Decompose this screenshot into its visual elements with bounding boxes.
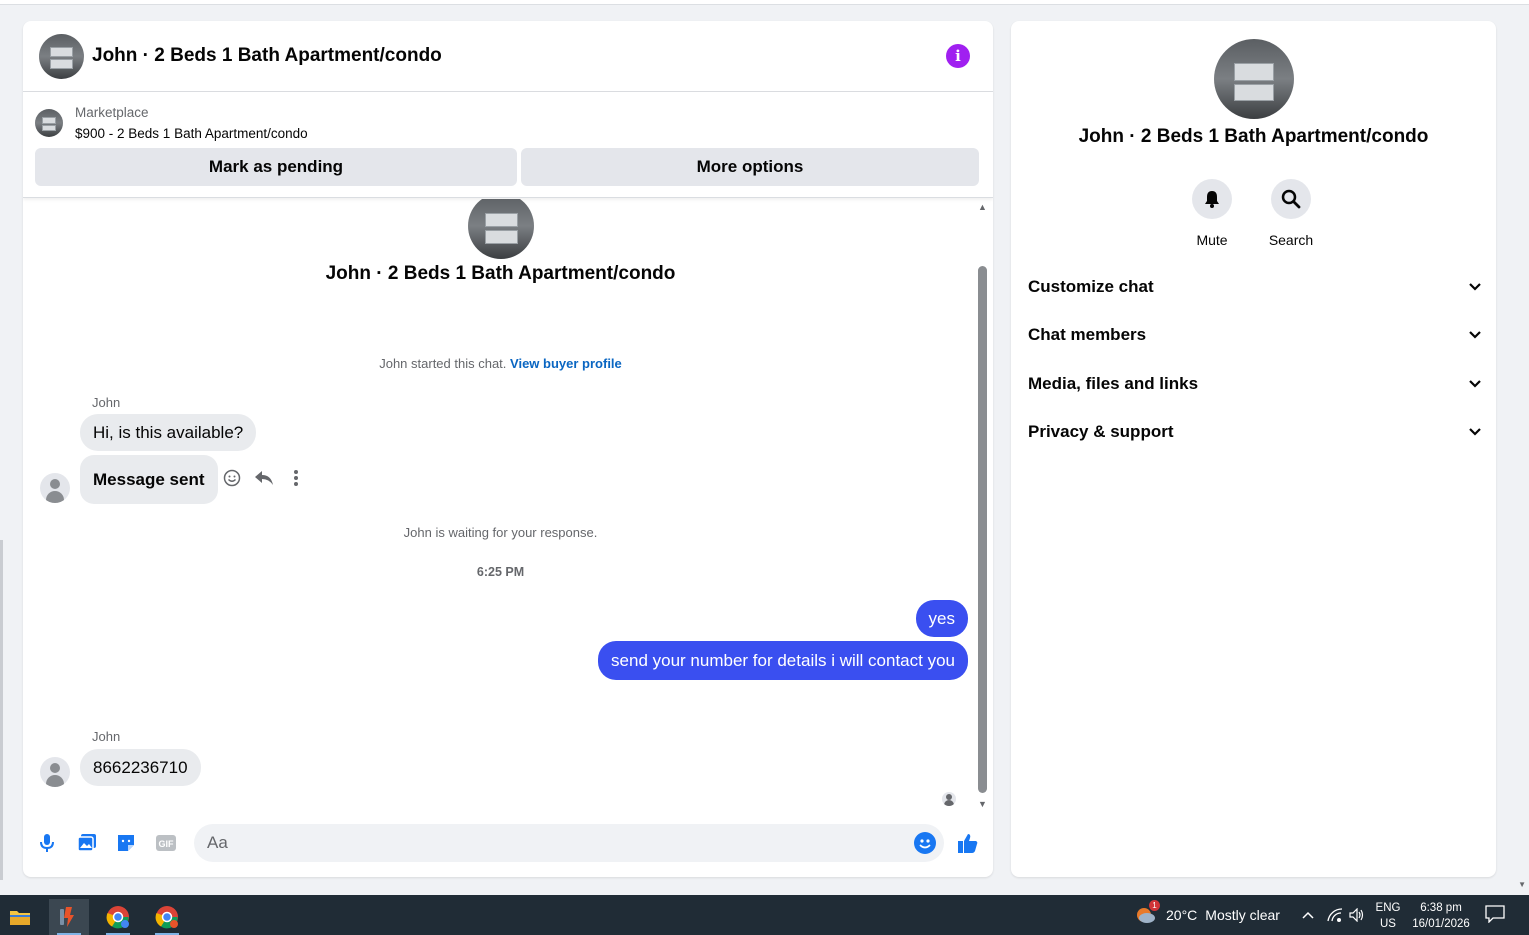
chat-panel: John · 2 Beds 1 Bath Apartment/condo i M… [23, 21, 993, 877]
avatar[interactable] [40, 473, 70, 503]
search-label: Search [1268, 232, 1314, 248]
read-receipt-avatar [942, 792, 956, 806]
temperature: 20°C [1166, 907, 1198, 923]
conversation-info-panel: John · 2 Beds 1 Bath Apartment/condo Mut… [1011, 21, 1496, 877]
info-icon[interactable]: i [946, 44, 970, 68]
chevron-down-icon [1469, 331, 1481, 339]
volume-icon[interactable] [1349, 895, 1365, 935]
bell-icon [1192, 179, 1232, 219]
scroll-up-arrow-icon[interactable]: ▲ [978, 203, 987, 212]
info-title: John · 2 Beds 1 Bath Apartment/condo [1078, 126, 1429, 147]
react-emoji-icon[interactable] [221, 467, 243, 489]
clock-date: 16/01/2026 [1412, 918, 1470, 930]
section-customize-chat[interactable]: Customize chat [1028, 267, 1482, 307]
message-input[interactable] [207, 833, 897, 853]
sticker-icon[interactable] [115, 832, 137, 854]
mute-label: Mute [1196, 232, 1228, 248]
weather-widget[interactable]: 1 20°C Mostly clear [1134, 895, 1280, 935]
message-timestamp: 6:25 PM [476, 565, 525, 579]
window-left-edge [0, 540, 3, 880]
language-code: ENG [1375, 902, 1401, 914]
mute-button[interactable]: Mute [1182, 179, 1242, 248]
marketplace-bar: Marketplace $900 - 2 Beds 1 Bath Apartme… [23, 92, 993, 198]
sender-name: John [92, 395, 121, 410]
view-buyer-profile-link[interactable]: View buyer profile [510, 356, 622, 371]
chat-header: John · 2 Beds 1 Bath Apartment/condo i [23, 21, 993, 92]
weather-icon: 1 [1134, 900, 1160, 927]
keyboard-region: US [1380, 918, 1396, 930]
info-avatar[interactable] [1214, 39, 1294, 119]
incoming-message[interactable]: Message sent [80, 455, 218, 504]
section-label: Privacy & support [1028, 422, 1174, 441]
section-media-files-links[interactable]: Media, files and links [1028, 364, 1482, 404]
listing-price-title: $900 - 2 Beds 1 Bath Apartment/condo [75, 126, 308, 141]
clock[interactable]: 6:38 pm 16/01/2026 [1407, 900, 1475, 932]
message-input-container [194, 824, 944, 862]
section-label: Media, files and links [1028, 374, 1199, 393]
message-composer: GIF [23, 819, 993, 869]
conversation-avatar [468, 199, 534, 259]
listing-actions: Mark as pending More options [35, 148, 979, 186]
reply-icon[interactable] [253, 467, 275, 489]
scroll-down-arrow-icon[interactable]: ▼ [978, 800, 987, 809]
listing-avatar[interactable] [39, 33, 84, 79]
chevron-down-icon [1469, 283, 1481, 291]
thread-scrollbar[interactable]: ▲ ▼ [978, 203, 987, 809]
section-chat-members[interactable]: Chat members [1028, 315, 1482, 355]
emoji-icon[interactable] [914, 832, 936, 854]
chat-header-title[interactable]: John · 2 Beds 1 Bath Apartment/condo [92, 45, 442, 67]
outgoing-message[interactable]: yes [915, 600, 968, 637]
avatar[interactable] [40, 757, 70, 787]
clock-time: 6:38 pm [1420, 902, 1462, 914]
incoming-message[interactable]: Hi, is this available? [80, 414, 257, 451]
section-label: Customize chat [1028, 277, 1154, 296]
network-icon[interactable] [1327, 895, 1343, 935]
more-options-button[interactable]: More options [521, 148, 979, 186]
listing-thumbnail [35, 109, 63, 137]
file-explorer-icon[interactable] [0, 899, 40, 935]
chevron-down-icon [1469, 380, 1481, 388]
chrome-icon[interactable] [98, 899, 138, 935]
incoming-message[interactable]: 8662236710 [80, 749, 201, 786]
gif-label: GIF [159, 839, 175, 849]
notification-icon[interactable] [1485, 905, 1507, 925]
chat-started-text: John started this chat. [379, 356, 507, 371]
gif-icon[interactable]: GIF [155, 832, 177, 854]
sender-name: John [92, 729, 121, 744]
weather-description: Mostly clear [1205, 907, 1280, 923]
language-indicator[interactable]: ENG US [1373, 900, 1403, 932]
app-icon[interactable] [49, 899, 89, 935]
message-actions [221, 467, 307, 489]
search-button[interactable]: Search [1261, 179, 1321, 248]
browser-top-strip [0, 0, 1529, 5]
waiting-notice: John is waiting for your response. [403, 525, 598, 540]
more-vertical-icon[interactable] [285, 467, 307, 489]
section-privacy-support[interactable]: Privacy & support [1028, 412, 1482, 452]
message-thread[interactable]: John · 2 Beds 1 Bath Apartment/condo Joh… [23, 199, 993, 809]
conversation-title: John · 2 Beds 1 Bath Apartment/condo [325, 263, 676, 284]
page-scroll-down-arrow-icon[interactable]: ▼ [1518, 880, 1526, 889]
chevron-up-icon[interactable] [1301, 895, 1315, 935]
marketplace-label: Marketplace [75, 105, 149, 120]
listing-row[interactable]: Marketplace $900 - 2 Beds 1 Bath Apartme… [35, 102, 308, 144]
chevron-down-icon [1469, 428, 1481, 436]
like-icon[interactable] [957, 832, 979, 854]
taskbar: 1 20°C Mostly clear ENG US 6:38 pm 16/01… [0, 895, 1529, 935]
outgoing-message[interactable]: send your number for details i will cont… [598, 641, 968, 680]
chat-started-notice: John started this chat. View buyer profi… [23, 356, 978, 371]
weather-badge: 1 [1149, 900, 1160, 911]
search-icon [1271, 179, 1311, 219]
chrome-icon[interactable] [147, 899, 187, 935]
listing-text: Marketplace $900 - 2 Beds 1 Bath Apartme… [75, 102, 308, 144]
photo-icon[interactable] [76, 832, 98, 854]
microphone-icon[interactable] [36, 832, 58, 854]
scroll-thumb[interactable] [978, 266, 987, 793]
mark-as-pending-button[interactable]: Mark as pending [35, 148, 517, 186]
section-label: Chat members [1028, 325, 1147, 344]
